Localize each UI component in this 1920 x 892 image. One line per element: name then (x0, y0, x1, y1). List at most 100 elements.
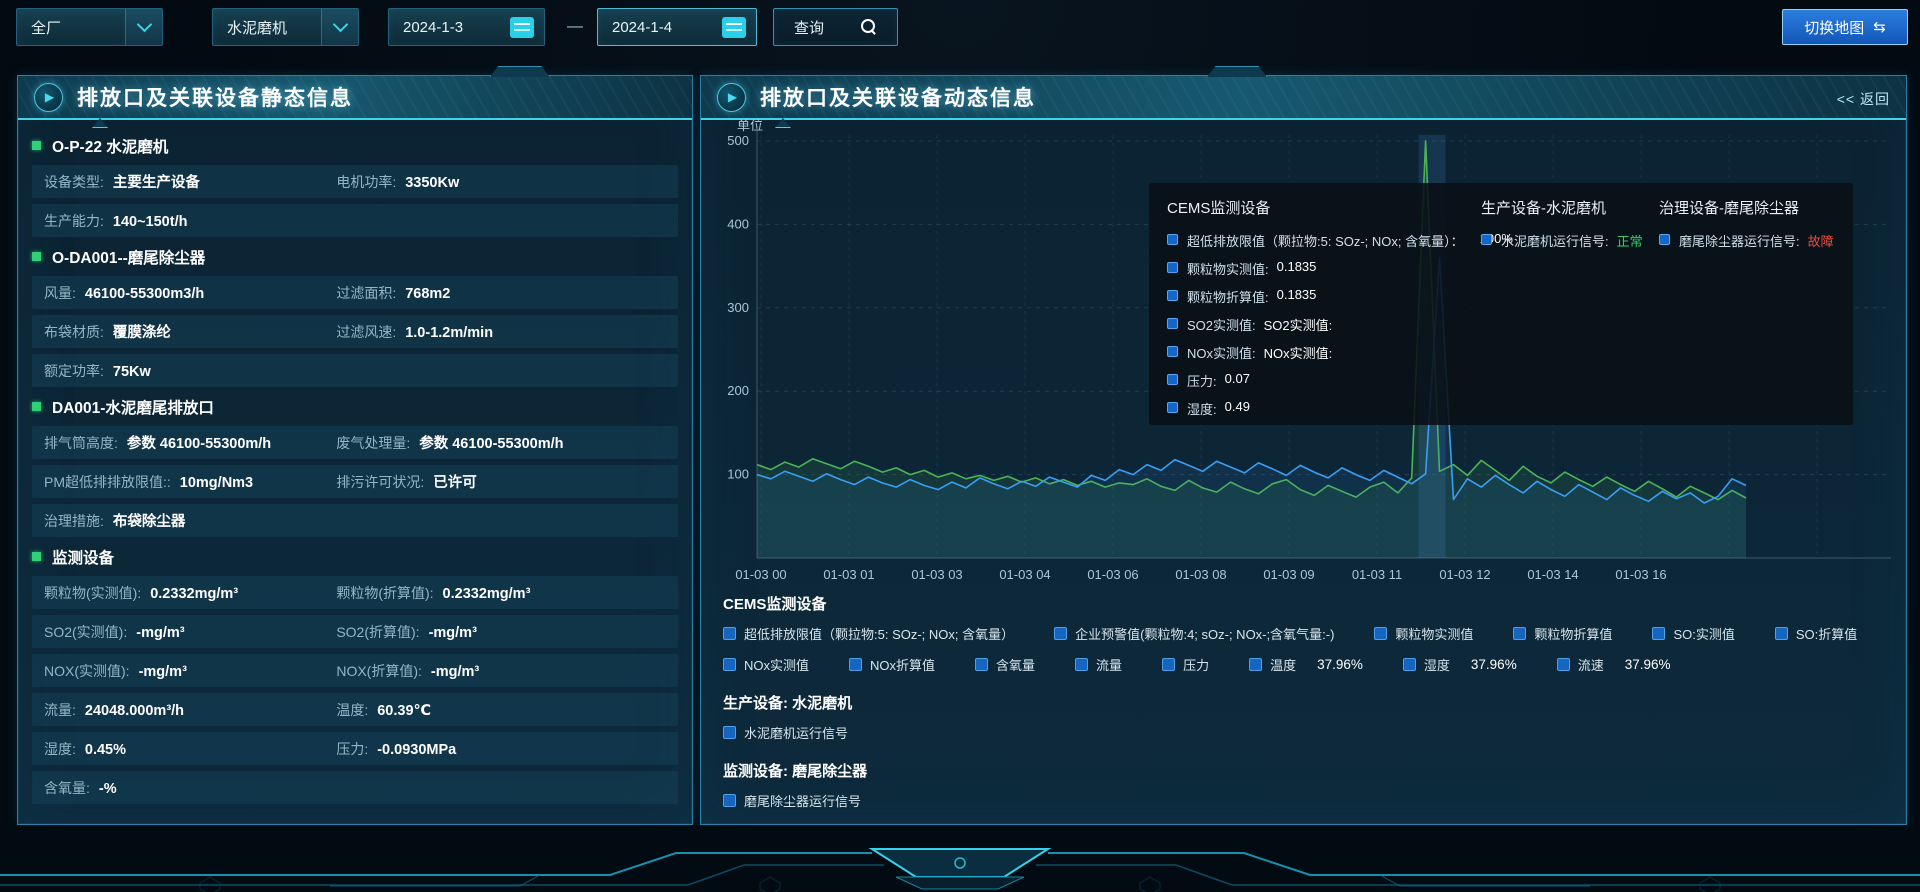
info-cell: 过滤面积:768m2 (336, 283, 666, 303)
blue-square-bullet-icon (723, 794, 736, 807)
legend-item-0-8[interactable]: 含氧量 (975, 655, 1035, 674)
svg-text:01-03 04: 01-03 04 (999, 567, 1050, 582)
legend-group-header: 监测设备: 磨尾除尘器 (723, 760, 1886, 781)
svg-text:400: 400 (727, 216, 749, 231)
tooltip-column: CEMS监测设备超低排放限值（颗拉物:5: SOz-; NOx; 含氧量）：10… (1167, 197, 1487, 427)
legend-item-0-1[interactable]: 企业预警值(颗粒物:4; sOz-; NOx-;含氧气量:-) (1054, 624, 1334, 643)
query-button[interactable]: 查询 (773, 8, 898, 46)
static-info-panel-header: ▶ 排放口及关联设备静态信息 (18, 76, 692, 120)
blue-square-bullet-icon (1075, 658, 1088, 671)
chart-tooltip: CEMS监测设备超低排放限值（颗拉物:5: SOz-; NOx; 含氧量）：10… (1149, 183, 1853, 425)
plant-select-dropdown-button[interactable] (125, 9, 162, 45)
svg-text:01-03 03: 01-03 03 (911, 567, 962, 582)
search-icon (861, 19, 877, 35)
info-row: NOX(实测值):-mg/m³NOX(折算值):-mg/m³ (32, 654, 678, 687)
calendar-icon[interactable] (510, 17, 534, 38)
play-circle-icon: ▶ (34, 83, 63, 112)
legend-group-header: 生产设备: 水泥磨机 (723, 692, 1886, 713)
section-header: O-P-22 水泥磨机 (32, 132, 678, 159)
svg-text:01-03 08: 01-03 08 (1175, 567, 1226, 582)
green-square-bullet-icon (32, 141, 41, 150)
section-header: O-DA001--磨尾除尘器 (32, 243, 678, 270)
legend-item-0-11[interactable]: 温度37.96% (1249, 655, 1363, 674)
info-cell: 流量:24048.000m³/h (44, 700, 336, 720)
info-cell: 设备类型:主要生产设备 (44, 171, 336, 192)
blue-square-bullet-icon (1167, 234, 1178, 245)
device-select[interactable]: 水泥磨机 (212, 8, 359, 46)
blue-square-bullet-icon (1481, 234, 1492, 245)
blue-square-bullet-icon (1513, 627, 1526, 640)
legend-item-0-7[interactable]: NOx折算值 (849, 655, 935, 674)
svg-text:300: 300 (727, 300, 749, 315)
dashboard-page: { "topbar": { "select_plant": "全厂", "sel… (0, 0, 1920, 892)
query-button-label: 查询 (794, 17, 824, 38)
info-cell: 布袋材质:覆膜涤纶 (44, 321, 336, 342)
static-info-panel-title: 排放口及关联设备静态信息 (77, 82, 353, 112)
swap-arrows-icon: ⇆ (1873, 18, 1886, 36)
switch-map-button[interactable]: 切换地图 ⇆ (1782, 9, 1908, 45)
legend-item-0-10[interactable]: 压力 (1162, 655, 1209, 674)
legend-item-0-13[interactable]: 流速37.96% (1557, 655, 1671, 674)
static-info-panel: ▶ 排放口及关联设备静态信息 O-P-22 水泥磨机设备类型:主要生产设备电机功… (17, 75, 693, 825)
tooltip-item: 湿度:0.49 (1167, 399, 1487, 418)
device-select-dropdown-button[interactable] (321, 9, 358, 45)
blue-square-bullet-icon (723, 726, 736, 739)
section-header: DA001-水泥磨尾排放口 (32, 393, 678, 420)
info-cell: 电机功率:3350Kw (336, 172, 666, 192)
date-to-input[interactable]: 2024-1-4 (597, 8, 757, 46)
legend-item-0-0[interactable]: 超低排放限值（颗拉物:5: SOz-; NOx; 含氧量） (723, 624, 1014, 643)
blue-square-bullet-icon (723, 627, 736, 640)
date-from-input[interactable]: 2024-1-3 (388, 8, 545, 46)
legend-item-0-9[interactable]: 流量 (1075, 655, 1122, 674)
chart-legend: CEMS监测设备超低排放限值（颗拉物:5: SOz-; NOx; 含氧量）企业预… (723, 593, 1886, 828)
tooltip-column-title: CEMS监测设备 (1167, 197, 1487, 218)
tooltip-item: 颗粒物折算值:0.1835 (1167, 287, 1487, 306)
calendar-icon[interactable] (722, 17, 746, 38)
info-cell: 风量:46100-55300m3/h (44, 283, 336, 303)
info-cell: 排污许可状况:已许可 (336, 471, 666, 492)
info-cell: 额定功率:75Kw (44, 361, 666, 381)
legend-item-0-12[interactable]: 湿度37.96% (1403, 655, 1517, 674)
green-square-bullet-icon (32, 552, 41, 561)
info-cell: 生产能力:140~150t/h (44, 211, 666, 231)
line-chart[interactable]: 单位10020030040050001-03 0001-03 0101-03 0… (711, 114, 1901, 584)
info-row: 风量:46100-55300m3/h过滤面积:768m2 (32, 276, 678, 309)
info-cell: 治理措施:布袋除尘器 (44, 510, 666, 531)
date-to-value: 2024-1-4 (598, 19, 722, 36)
date-from-value: 2024-1-3 (389, 19, 510, 36)
tooltip-column-title: 治理设备-磨尾除尘器 (1659, 197, 1847, 218)
legend-item-1-0[interactable]: 水泥磨机运行信号 (723, 723, 848, 742)
legend-group-items: 磨尾除尘器运行信号 (723, 791, 1886, 810)
legend-item-0-4[interactable]: SO:实测值 (1652, 624, 1734, 643)
switch-map-label: 切换地图 (1804, 17, 1864, 38)
info-cell: 过滤风速:1.0-1.2m/min (336, 322, 666, 342)
svg-text:01-03 14: 01-03 14 (1527, 567, 1578, 582)
blue-square-bullet-icon (1167, 402, 1178, 413)
info-cell: NOX(实测值):-mg/m³ (44, 661, 336, 681)
back-button[interactable]: << 返回 (1837, 89, 1890, 109)
blue-square-bullet-icon (723, 658, 736, 671)
legend-item-2-0[interactable]: 磨尾除尘器运行信号 (723, 791, 861, 810)
legend-item-0-3[interactable]: 颗粒物折算值 (1513, 624, 1612, 643)
info-cell: SO2(实测值):-mg/m³ (44, 622, 336, 642)
legend-group-items: 超低排放限值（颗拉物:5: SOz-; NOx; 含氧量） 企业预警值(颗粒物:4… (723, 624, 1886, 674)
legend-item-0-6[interactable]: NOx实测值 (723, 655, 809, 674)
device-select-value: 水泥磨机 (213, 17, 321, 38)
info-row: PM超低排排放限值::10mg/Nm3排污许可状况:已许可 (32, 465, 678, 498)
svg-text:100: 100 (727, 467, 749, 482)
info-cell: 温度:60.39℃ (336, 700, 666, 720)
tooltip-item: 磨尾除尘器运行信号:故障 (1659, 231, 1847, 250)
blue-square-bullet-icon (1167, 318, 1178, 329)
legend-item-0-2[interactable]: 颗粒物实测值 (1374, 624, 1473, 643)
plant-select[interactable]: 全厂 (16, 8, 163, 46)
play-circle-icon: ▶ (717, 83, 746, 112)
info-cell: NOX(折算值):-mg/m³ (336, 661, 666, 681)
plant-select-value: 全厂 (17, 17, 125, 38)
info-row: 颗粒物(实测值):0.2332mg/m³颗粒物(折算值):0.2332mg/m³ (32, 576, 678, 609)
info-cell: 湿度:0.45% (44, 739, 336, 759)
info-row: 生产能力:140~150t/h (32, 204, 678, 237)
info-cell: PM超低排排放限值::10mg/Nm3 (44, 472, 336, 492)
info-row: 流量:24048.000m³/h温度:60.39℃ (32, 693, 678, 726)
legend-item-0-5[interactable]: SO:折算值 (1775, 624, 1857, 643)
blue-square-bullet-icon (1167, 374, 1178, 385)
